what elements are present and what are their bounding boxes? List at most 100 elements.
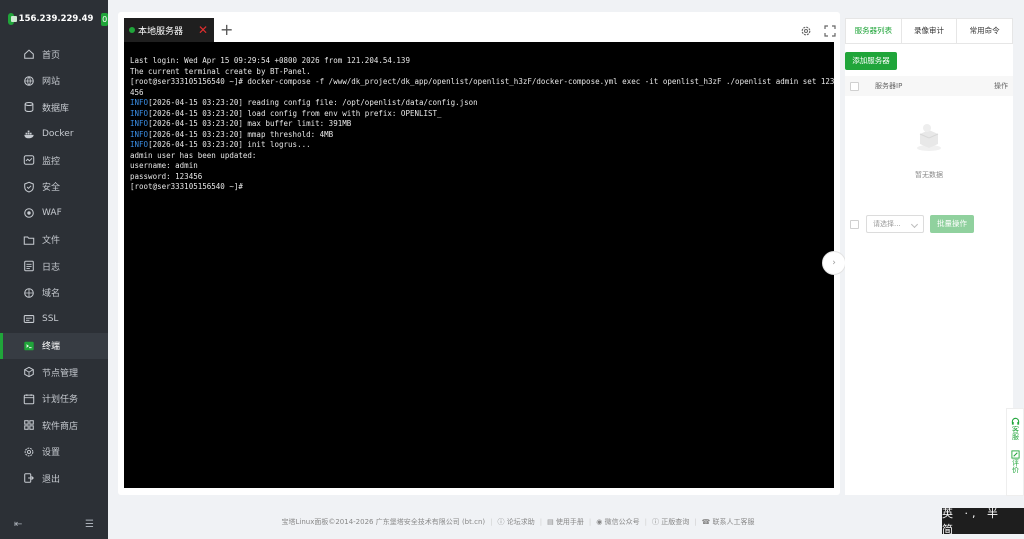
- gear-icon[interactable]: [800, 22, 812, 36]
- node-icon: [22, 365, 36, 379]
- sidebar-item-9[interactable]: 域名: [0, 280, 108, 307]
- terminal-line-text: [2026-04-15 03:23:20] load config from e…: [148, 108, 442, 118]
- sidebar-item-15[interactable]: 设置: [0, 439, 108, 466]
- terminal-line: INFO[2026-04-15 03:23:20] mmap threshold…: [130, 130, 828, 141]
- server-panel-tabs: 服务器列表 录像审计 常用命令: [845, 18, 1013, 44]
- server-panel: 服务器列表 录像审计 常用命令 添加服务器 服务器IP 操作 暂无数据 请选择.…: [845, 18, 1013, 495]
- sidebar-item-0[interactable]: 首页: [0, 41, 108, 68]
- message-badge[interactable]: 0: [101, 12, 108, 26]
- add-tab-icon[interactable]: +: [220, 18, 233, 42]
- sidebar-item-label: 退出: [42, 474, 61, 485]
- customer-service-button[interactable]: 客服: [1011, 417, 1020, 440]
- database-icon: [22, 100, 36, 114]
- terminal-line-text: [2026-04-15 03:23:20] reading config fil…: [148, 98, 478, 107]
- bt-logo-icon: [8, 13, 17, 25]
- batch-checkbox[interactable]: [850, 219, 859, 229]
- sidebar: 156.239.229.49 0 首页网站 数据库 Docker 监控安全 WAF 文件日…: [0, 0, 108, 539]
- footer-link-wechat[interactable]: ◉ 微信公众号: [596, 517, 639, 527]
- terminal-line-text: The current terminal create by BT-Panel.: [130, 66, 311, 76]
- log-level: INFO: [130, 98, 149, 107]
- close-tab-icon[interactable]: ✕: [198, 23, 208, 37]
- terminal-line: INFO[2026-04-15 03:23:20] init logrus...: [130, 140, 828, 151]
- footer-link-forum[interactable]: ⓘ 论坛求助: [497, 517, 534, 527]
- fullscreen-icon[interactable]: [824, 22, 836, 37]
- terminal-line-text: username: admin: [130, 161, 198, 170]
- server-table-header: 服务器IP 操作: [845, 76, 1013, 96]
- store-icon: [22, 418, 36, 432]
- sidebar-item-label: 节点管理: [42, 368, 79, 379]
- tab-server-list[interactable]: 服务器列表: [846, 19, 902, 43]
- terminal-line: [root@ser333105156540 ~]# docker-compose…: [130, 77, 834, 88]
- column-operations: 操作: [994, 82, 1008, 90]
- select-all-checkbox[interactable]: [850, 81, 859, 91]
- sidebar-item-3[interactable]: Docker: [0, 121, 108, 148]
- terminal-line: INFO[2026-04-15 03:23:20] max buffer lim…: [130, 119, 828, 130]
- batch-operate-button[interactable]: 批量操作: [930, 215, 974, 233]
- copyright: 宝塔Linux面板©2014-2026 广东堡塔安全技术有限公司 (bt.cn): [281, 518, 486, 526]
- sidebar-item-2[interactable]: 数据库: [0, 94, 108, 121]
- collapse-menu-icon[interactable]: ⇤: [14, 519, 22, 530]
- sidebar-item-label: 日志: [42, 262, 61, 273]
- footer-link-license[interactable]: ⓘ 正版查询: [652, 517, 689, 527]
- sidebar-footer: ⇤ ☰: [0, 509, 108, 539]
- sidebar-item-1[interactable]: 网站: [0, 68, 108, 95]
- gear-icon: [22, 445, 36, 459]
- terminal-line: [root@ser333105156540 ~]#: [130, 182, 828, 193]
- ssl-icon: [22, 312, 36, 326]
- sidebar-item-label: SSL: [42, 314, 59, 325]
- add-server-button[interactable]: 添加服务器: [845, 52, 897, 70]
- sidebar-item-11[interactable]: 终端: [0, 332, 108, 359]
- sidebar-item-4[interactable]: 监控: [0, 147, 108, 174]
- terminal-line: INFO[2026-04-15 03:23:20] reading config…: [130, 98, 828, 109]
- footer-link-support[interactable]: ☎ 联系人工客服: [702, 517, 755, 527]
- sidebar-nav: 首页网站 数据库 Docker 监控安全 WAF 文件日志域名 SSL 终端节点管理计划任务软…: [0, 41, 108, 492]
- sidebar-item-label: 设置: [42, 448, 61, 459]
- terminal-line-text: [root@ser333105156540 ~]# docker-compose…: [130, 77, 834, 86]
- globe-icon: [22, 74, 36, 88]
- sidebar-item-8[interactable]: 日志: [0, 253, 108, 280]
- sidebar-item-13[interactable]: 计划任务: [0, 386, 108, 413]
- sidebar-item-label: 文件: [42, 236, 61, 247]
- batch-select[interactable]: 请选择...: [866, 215, 924, 233]
- sidebar-header: 156.239.229.49 0: [0, 0, 108, 38]
- empty-text: 暂无数据: [915, 171, 943, 179]
- sidebar-item-5[interactable]: 安全: [0, 174, 108, 201]
- sidebar-item-12[interactable]: 节点管理: [0, 359, 108, 386]
- terminal-line: INFO[2026-04-15 03:23:20] load config fr…: [130, 109, 828, 120]
- sidebar-item-label: WAF: [42, 208, 62, 219]
- tab-recording-audit[interactable]: 录像审计: [902, 19, 958, 43]
- terminal-line: Last login: Wed Apr 15 09:29:54 +0800 20…: [130, 56, 828, 67]
- batch-toolbar: 请选择... 批量操作: [845, 214, 1013, 234]
- log-level: INFO: [130, 119, 149, 128]
- logout-icon: [22, 471, 36, 485]
- terminal-line-text: [2026-04-15 03:23:20] init logrus...: [148, 140, 311, 149]
- sidebar-item-7[interactable]: 文件: [0, 227, 108, 254]
- terminal-line: admin user has been updated:: [130, 151, 828, 162]
- sidebar-item-16[interactable]: 退出: [0, 465, 108, 492]
- edit-icon: [1010, 450, 1020, 459]
- monitor-icon: [22, 153, 36, 167]
- terminal-line-text: admin user has been updated:: [130, 150, 257, 160]
- terminal-output[interactable]: Last login: Wed Apr 15 09:29:54 +0800 20…: [124, 42, 834, 488]
- tab-common-commands[interactable]: 常用命令: [957, 19, 1012, 43]
- feedback-button[interactable]: 评价: [1010, 450, 1020, 473]
- folder-icon: [22, 233, 36, 247]
- ime-indicator[interactable]: 英 ·, 半 简: [942, 507, 1024, 536]
- sidebar-item-14[interactable]: 软件商店: [0, 412, 108, 439]
- sidebar-item-label: 监控: [42, 156, 61, 167]
- tab-local-server[interactable]: 本地服务器 ✕: [124, 18, 214, 42]
- terminal-icon: [22, 339, 36, 353]
- sidebar-item-label: 首页: [42, 50, 61, 61]
- sidebar-item-label: 安全: [42, 183, 61, 194]
- server-ip: 156.239.229.49: [18, 14, 94, 24]
- list-menu-icon[interactable]: ☰: [85, 519, 94, 530]
- terminal-panel: 本地服务器 ✕ + Last login: Wed Apr 15 09:29:5…: [118, 12, 840, 495]
- chevron-right-icon: ›: [832, 258, 836, 268]
- shield-icon: [22, 180, 36, 194]
- panel-toggle-button[interactable]: ›: [822, 251, 846, 275]
- footer-link-manual[interactable]: ▤ 使用手册: [547, 517, 584, 527]
- terminal-tab-bar: 本地服务器 ✕ +: [124, 18, 834, 42]
- sidebar-item-6[interactable]: WAF: [0, 200, 108, 227]
- sidebar-item-10[interactable]: SSL: [0, 306, 108, 333]
- domain-icon: [22, 286, 36, 300]
